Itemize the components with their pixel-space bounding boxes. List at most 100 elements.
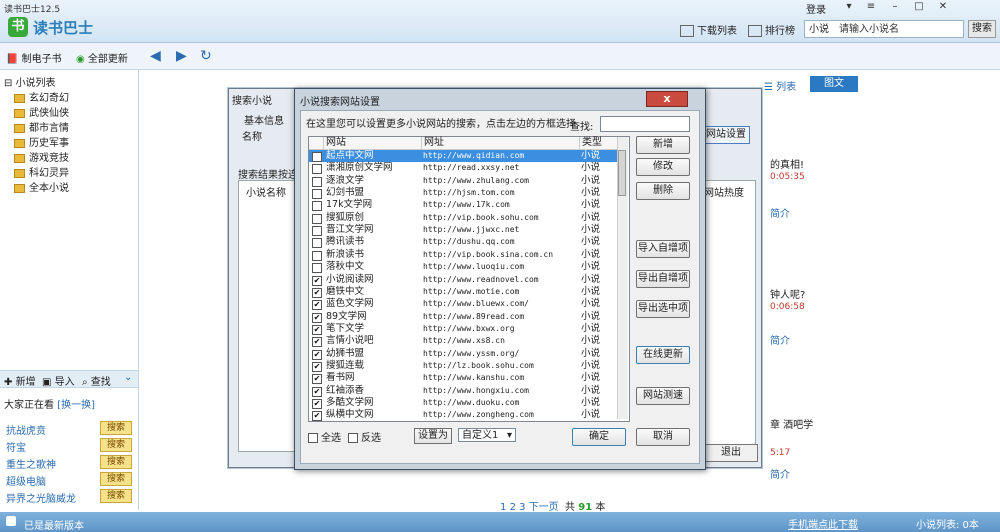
table-row[interactable]: ✔ 言情小说吧 http://www.xs8.cn 小说 — [309, 335, 617, 348]
delete-site-button[interactable]: 删除 — [636, 182, 690, 200]
table-row[interactable]: ✔ 磨铁中文 http://www.motie.com 小说 — [309, 286, 617, 298]
forward-arrow-icon[interactable]: ▶ — [176, 48, 187, 64]
row-checkbox[interactable]: ✔ — [312, 349, 322, 360]
table-row[interactable]: ✔ 红袖添香 http://www.hongxiu.com 小说 — [309, 385, 617, 397]
table-row[interactable]: 17k文学网 http://www.17k.com 小说 — [309, 199, 617, 212]
row-checkbox[interactable] — [312, 226, 322, 237]
intro-link[interactable]: 简介 — [770, 466, 790, 481]
add-button[interactable]: ✚ 新增 — [4, 373, 36, 388]
speed-test-button[interactable]: 网站测速 — [636, 387, 690, 405]
row-checkbox[interactable]: ✔ — [312, 324, 322, 335]
scrollbar-thumb[interactable] — [618, 150, 626, 196]
export-custom-button[interactable]: 导出自增项 — [636, 270, 690, 288]
reading-search-button[interactable]: 搜索 — [100, 438, 132, 452]
table-row[interactable]: 潇湘原创文学网 http://read.xxsy.net 小说 — [309, 162, 617, 175]
row-checkbox[interactable] — [312, 152, 322, 162]
table-row[interactable]: ✔ 幼狮书盟 http://www.yssm.org/小说 — [309, 348, 617, 360]
reading-search-button[interactable]: 搜索 — [100, 455, 132, 469]
custom-select[interactable]: 自定义1 ▾ — [458, 428, 516, 442]
tree-item[interactable]: 科幻灵异 — [14, 164, 69, 179]
menu-icon[interactable]: ≡ — [862, 1, 880, 13]
row-checkbox[interactable]: ✔ — [312, 312, 322, 323]
row-checkbox[interactable] — [312, 201, 322, 212]
search-scope-select[interactable]: 小说 — [809, 21, 829, 39]
row-checkbox[interactable]: ✔ — [312, 374, 322, 385]
row-checkbox[interactable] — [312, 164, 322, 175]
export-selected-button[interactable]: 导出选中项 — [636, 300, 690, 318]
table-row[interactable]: 起点中文网 http://www.qidian.com 小说 — [309, 150, 617, 163]
row-checkbox[interactable] — [312, 238, 322, 249]
row-checkbox[interactable]: ✔ — [312, 361, 322, 372]
row-checkbox[interactable] — [312, 189, 322, 200]
table-row[interactable]: 腾讯读书 http://dushu.qq.com 小说 — [309, 236, 617, 249]
row-checkbox[interactable]: ✔ — [312, 287, 322, 298]
col-site[interactable]: 网站 — [323, 137, 422, 149]
mobile-download-link[interactable]: 手机端点此下载 — [788, 516, 858, 531]
ok-button[interactable]: 确定 — [572, 428, 626, 446]
table-row[interactable]: ✔ 搜狐连载 http://lz.book.sohu.com 小说 — [309, 360, 617, 372]
row-checkbox[interactable] — [312, 250, 322, 261]
row-checkbox[interactable]: ✔ — [312, 411, 322, 422]
table-row[interactable]: 落秋中文 http://www.luoqiu.com 小说 — [309, 261, 617, 274]
reading-search-button[interactable]: 搜索 — [100, 489, 132, 503]
download-list-button[interactable]: 下载列表 — [680, 22, 737, 37]
intro-link[interactable]: 简介 — [770, 205, 790, 220]
intro-link[interactable]: 简介 — [770, 332, 790, 347]
add-site-button[interactable]: 新增 — [636, 136, 690, 154]
cancel-button[interactable]: 取消 — [636, 428, 690, 446]
tree-item[interactable]: 武侠仙侠 — [14, 104, 69, 119]
table-row[interactable]: 逐浪文学 http://www.zhulang.com 小说 — [309, 175, 617, 187]
minimize-icon[interactable]: – — [886, 1, 904, 13]
table-row[interactable]: ✔ 89文学网 http://www.89read.com 小说 — [309, 311, 617, 323]
maximize-icon[interactable]: □ — [910, 1, 928, 13]
tab-pic[interactable]: 图文 — [810, 76, 858, 92]
reading-search-button[interactable]: 搜索 — [100, 421, 132, 435]
tree-root[interactable]: ⊟ 小说列表 — [4, 74, 56, 89]
reading-item[interactable]: 异界之光脑威龙 — [6, 490, 76, 505]
table-row[interactable]: 晋江文学网 http://www.jjwxc.net 小说 — [309, 224, 617, 237]
table-row[interactable]: 搜狐原创 http://vip.book.sohu.com 小说 — [309, 212, 617, 224]
swap-link[interactable]: [换一换] — [57, 400, 95, 411]
dialog-close-button[interactable]: x — [646, 91, 688, 107]
close-icon[interactable]: ✕ — [934, 1, 952, 13]
find-input[interactable] — [600, 116, 690, 132]
back-arrow-icon[interactable]: ◀ — [150, 48, 161, 64]
reading-item[interactable]: 重生之歌神 — [6, 456, 56, 471]
tree-item[interactable]: 游戏竞技 — [14, 149, 69, 164]
reading-item[interactable]: 抗战虎贲 — [6, 422, 46, 437]
row-checkbox[interactable]: ✔ — [312, 300, 322, 311]
exit-button[interactable]: 退出 — [704, 444, 758, 462]
reading-item[interactable]: 超级电脑 — [6, 473, 46, 488]
login-link[interactable]: 登录 — [806, 1, 826, 16]
select-all-checkbox[interactable]: 全选 — [308, 429, 341, 444]
row-checkbox[interactable] — [312, 263, 322, 274]
import-button[interactable]: ▣ 导入 — [42, 373, 75, 388]
table-row[interactable]: 幻剑书盟 http://hjsm.tom.com 小说 — [309, 187, 617, 200]
site-settings-button[interactable]: 网站设置 — [702, 126, 750, 144]
refresh-icon[interactable]: ↻ — [200, 48, 212, 64]
table-row[interactable]: ✔ 蓝色文学网 http://www.bluewx.com/小说 — [309, 298, 617, 311]
set-as-button[interactable]: 设置为 — [414, 428, 452, 444]
reading-item[interactable]: 符宝 — [6, 439, 26, 454]
tree-item[interactable]: 全本小说 — [14, 179, 69, 194]
table-row[interactable]: ✔ 多酷文学网 http://www.duoku.com 小说 — [309, 397, 617, 409]
table-row[interactable]: ✔ 笔下文学 http://www.bxwx.org 小说 — [309, 323, 617, 335]
table-row[interactable]: 新浪读书 http://vip.book.sina.com.cn 小说 — [309, 249, 617, 261]
row-checkbox[interactable]: ✔ — [312, 275, 322, 286]
row-checkbox[interactable] — [312, 176, 322, 187]
table-row[interactable]: ✔ 看书网 http://www.kanshu.com 小说 — [309, 372, 617, 385]
collapse-icon[interactable]: ⌄ — [124, 372, 132, 383]
make-ebook-button[interactable]: 📕 制电子书 — [6, 50, 62, 65]
search-button[interactable]: 搜索 — [968, 20, 996, 38]
find-button[interactable]: ⌕ 查找 — [82, 373, 111, 388]
ranking-button[interactable]: 排行榜 — [748, 22, 795, 37]
col-type[interactable]: 类型 — [579, 137, 618, 149]
row-checkbox[interactable]: ✔ — [312, 386, 322, 397]
col-url[interactable]: 网址 — [421, 137, 580, 149]
tree-item[interactable]: 玄幻奇幻 — [14, 89, 69, 104]
row-checkbox[interactable]: ✔ — [312, 399, 322, 409]
table-row[interactable]: ✔ 纵横中文网 http://www.zongheng.com 小说 — [309, 409, 617, 422]
table-row[interactable]: ✔ 小说阅读网 http://www.readnovel.com 小说 — [309, 274, 617, 286]
row-checkbox[interactable] — [312, 213, 322, 224]
update-all-button[interactable]: ◉ 全部更新 — [76, 50, 128, 65]
